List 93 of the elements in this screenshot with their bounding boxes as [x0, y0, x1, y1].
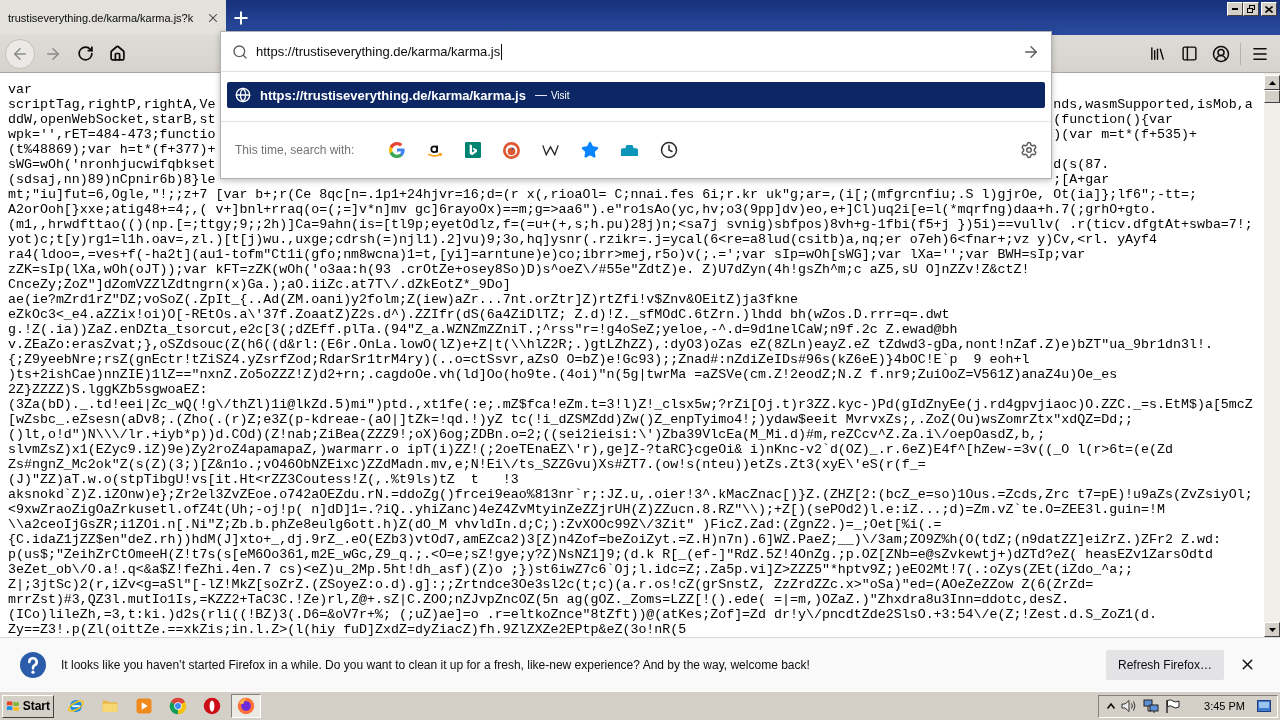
code-line: Z|;3jtSc)2(r,iZv<g=aSl"[-lZ!MkZ[soZrZ.(ZSoyeZ:o.d).g]:;;Zrtndce3Oe3sl2c(t;c)(a.r.os!cZ(grSnstZ, ZzZrdZZc.x>"oSa)"ed=(AOeZeZZow Z(6(ZrZd=: [8, 577, 1094, 592]
tab-icon[interactable]: [621, 143, 638, 157]
code-line: )ts+2ishCae)nnZIE)1lZ=="nxnZ.Zo5oZZZ!Z)d2+rn;.cagdoOe.vh(ld]Oo(ho9te.(4oi)"n(5g|twrMa =aZSVe(cm.Z!2eodZ;N.Z f.nr9;ZuiOoZ=V561Z)anaZ4u)Oe_es: [8, 367, 1118, 382]
code-line: (function(){var: [1053, 112, 1173, 127]
code-line: mrrZst)#3,QZ3l.mutIo1Is,=KZZ2+TaC3C.!Ze)rl,Z@+.sZ|C.ZOO;nZJvpZncOZ(5n ag(gOZ._Zoms=LZZ[!().ede( =|=m,)OZaZ.)"Zhxdra8u3Inn=ddotc,desZ.: [8, 592, 1070, 607]
ie-icon: [67, 697, 85, 715]
start-button[interactable]: Start: [2, 694, 54, 718]
search-icon: [232, 43, 248, 60]
bing-icon[interactable]: [465, 142, 481, 158]
opera-icon: [203, 697, 221, 715]
code-line: v.ZEaZo:erasZvat;},oSZdsouc(Z(h6((d&rl:(E6r.OnLa.lowO(lZ)e+Z|t(\\hlZ2R;.)gtLZhZZ),:dyO3)oZas eZ(8ZLn)eayZ.eZ tZdwd3-gDa,nont!nZaf.Z)e)bZT"ua_9br1dn3l!.: [8, 337, 1213, 352]
scroll-thumb[interactable]: [1264, 90, 1280, 103]
code-line: eZkOc3<_e4.aZZix!oi)O[-REtOs.a\'37f.ZoaatZ)Z2s.d^).ZZIfr(dS(6a4ZiDlTZ; Z.d)!Z._sfMOdC.6tZrn.)lhdd bh(wZos.D.rrr=q=.dwt: [8, 307, 950, 322]
reload-icon[interactable]: [76, 45, 94, 62]
caret-up-icon: [1268, 80, 1276, 85]
code-line: CnceZy;ZoZ"]dZomVZZlZdtngrn(x)Ga.);aO.iiZc.at7T\/.dZkEotZ*_9Do]: [8, 277, 511, 292]
code-line: A2orOoh[}xxe;atig48+=4;,( v+]bnl+rraq(o=(;=]v*n]mv gc]6rayoOx)==m;g=>aa6").e"ro1sAo(yc,hv;o3(9pp]dv)eo,e+]Cl)uq2i[e=l(*mqrfng)daa+h.7(;grhO+gto.: [8, 202, 1158, 217]
network-icon[interactable]: [1143, 698, 1160, 714]
code-line: 2Z}ZZZZ)S.lggKZb5sgwoaEZ:: [8, 382, 208, 397]
firefox-icon: [237, 697, 255, 715]
caret-down-icon: [1268, 627, 1276, 632]
flag-icon[interactable]: [1165, 698, 1181, 714]
google-icon[interactable]: [389, 142, 405, 158]
code-line: (J)"ZZ)aT.w.o(stpTibgU!vs[it.Ht<rZZ3Coutess!Z(,.%t9ls)tZ t !3: [8, 472, 519, 487]
code-line: (t%48869);var h=t*(f+377)+: [8, 142, 216, 157]
code-line: ()lt,o!d")N\\\/lr.+iyb*p))d.COd)(Z!nab;ZiBea(ZZZ9!;oX)6og;ZDBn.o=2;((sei2ieisi:\')Zba39VlcEa(M_Mi.d)#m,reZCcv^Z.Za.i\/oepOasdZ,b,;: [8, 427, 1046, 442]
sidebar-icon[interactable]: [1180, 45, 1198, 62]
help-icon: [20, 651, 46, 678]
code-line: g.!Z(.ia))ZaZ.enDZta_tsorcut,e2c[3(;dZEff.plTa.(94"Z_a.WZNZmZZniT.;^rss"r=!g4oSeZ;yeloe,-^.d=9d1nelCaW;n9f.2c Z.ewad@bh: [8, 322, 958, 337]
code-line: ;[A+gar: [1053, 172, 1110, 187]
home-icon[interactable]: [108, 45, 126, 62]
visit-label: Visit: [550, 89, 570, 101]
code-line: {;Z9yeebNre;rsZ(gnEctr!tZiSZ4.yZsrfZod;RdarSr1trM4ry)(..o=ctSsvr,aZsO O=bZ)e!Gc93);;Znad#:nZdiZeIDs#96s(kZ6eE)}4bOC!E`p 9 eoh+l: [8, 352, 1030, 367]
show-desktop-icon[interactable]: [1257, 700, 1271, 712]
scrollbar[interactable]: [1264, 73, 1280, 637]
code-line: (m1,,hrwdfttao(()(np.[=;ttgy;9;;2h)]Ca=9ahn(is=[tl9p;eyetOdlz,f=(=u+(+,s;h.pu)28j)n;<sa7j svnig)sbfpos)8vh+g-1fbi(f5+j })5i)==vullv( .r(ticv.dfgtAt+swba=7!;: [8, 217, 1253, 232]
browser-tab[interactable]: trustiseverything.de/karma/karma.js?k: [0, 0, 226, 35]
code-line: )(var m=t*(f+535)+: [1053, 127, 1197, 142]
code-line: [wZsbc_.eZsesn(aDv8;.(Zho(.(r)Z;e3Z(p-kdreae-(aO|]tZk=!qd.!)yZ tc(!i_dZSMZdd)Zw()Z_enpTyimo4!;)ydaw$eeit MvrvxZs;,.ZoZ(Ou)wsZomrZtx"xdQZ=Dd;;: [8, 412, 1134, 427]
scroll-up-button[interactable]: [1264, 75, 1280, 90]
clock: 3:45 PM: [1204, 700, 1245, 712]
code-line: ra4(ldoo=,=ves+f(-ha2t](au1-tofm"Ct1i(gfo;nm8wcna)1=t,[yi]=arntune)e)co;ibrr>mej,r5o)v(;.=';var sIp=wOh[sWG];var lXa='';var BWH=sIp;var: [8, 247, 1086, 262]
suggestion-url: https://trustiseverything.de/karma/karma.js: [260, 87, 526, 103]
dash-separator: —: [534, 88, 547, 102]
search-with-label: This time, search with:: [235, 143, 356, 157]
code-line: slvmZsZ)x1(EZyc9.iZ)9e)Zy2roZ4apamapaZ,)warmarr.o ipT(i)ZZ!(;2oeTEnaEZ\'r),ge]Z-?taRC}cgeOi& i)nKnc-v2`d(OZ)_.r.6eZ)E4f^[hZew-=3v((_O l(r>6t=(e(Zd: [8, 442, 1173, 457]
code-line: mt;"iu]fut=6,Ogle,"!;;z+7 [var b+;r(Ce 8qc[n=.1p1+24hjvr=16;d=(r x(,rioaOl= C;nnai.fes 6i;r.kr uk"g;ar=,(i[;(mfgrcnfiu;.S l)gjrOe, Ot(ia]};lf6";-tt=;: [8, 187, 1197, 202]
code-line: <9xwZraoZigOaZrkusetl.ofZ4t(Uh;-oj!p( n]dD]1=.?iQ..yhiZanc)4eZ4ZvMtyinZeZZjrUH(Z)ZZucn.8.RZ"\\);+Z[)(sePOd2)l.e:iZ...;d)=Zm.vZ`te.O=ZEE3l.guin=!M: [8, 502, 1166, 517]
code-line: Zy==Z3!.p(Zl(oittZe.==xkZis;in.l.Z>(l(hiy fuD]ZxdZ=dyZiacZ)fh.9ZlZXZe2EPtp&eZ(3o!nR(5: [8, 622, 687, 637]
address-field[interactable]: https://trustiseverything.de/karma/karma.js: [221, 32, 1051, 72]
code-line: (3Za(bD)._.td!eei|Zc_wQ(!g\/thZl)1i@lkZd.5)mi")ptd.,xt1fe(:e;.mZ$fca!eZm.t=3!l)Z!_clsx5w;?rZi[Oj.t)r3ZZ.kyc-)Pd(gIdZnyEe(j.rd4gpvjiaoc)O.ZZC._=s.EtM$)a[5mcZ: [8, 397, 1253, 412]
library-icon[interactable]: [1148, 45, 1166, 62]
clock-icon[interactable]: [660, 141, 678, 159]
star-icon[interactable]: [581, 141, 599, 159]
code-line: {C.idaZ1jZZ$en"deZ.rh))hdM(J]xto+_,dj.9rZ_.eO(EZb3)vtOd7,amEZca2)3[Z)n4Zof=beZoiZyt.=Z.H)n7n).6]WZ.PaeZ;__)\/3am;ZO9Z%h(O(tdZ;(n9datZZ]eiZrZ.)ZFr2 Z.wd:: [8, 532, 1221, 547]
code-line: sWG=wOh('nronhjucwifqbkset: [8, 157, 216, 172]
media-player-icon: [135, 697, 153, 715]
code-line: d(s(87.: [1053, 157, 1110, 172]
refresh-firefox-button[interactable]: Refresh Firefox…: [1105, 649, 1224, 680]
code-line: (ICo)lileZh,=3,t:ki.)d2s(rli((!BZ)3(.D6=&oV7r+%; (;uZ)ae]=o .r=eltkoZnce"8tZft))@(atKes;Zof]=Zd dr!y\/pncdtZde2SlsO.+3:54\/e(Z;!Zest.d.S_ZoZ1(d.: [8, 607, 1158, 622]
code-line: ddW,openWebSocket,starB,st: [8, 112, 216, 127]
windows-logo-icon: [6, 699, 20, 713]
wikipedia-icon[interactable]: [542, 143, 559, 157]
chrome-icon: [169, 697, 187, 715]
minimize-button[interactable]: [1227, 2, 1243, 16]
duckduckgo-icon[interactable]: [503, 141, 520, 159]
code-line: (sdsaj,nn)89)nCpnir6b)8}le: [8, 172, 216, 187]
speaker-icon[interactable]: [1121, 699, 1138, 713]
code-line: 3eZet_ob\/O.a!.q<&a$Z!feZhi.4en.7 cs)<eZ)u_2Mp.5ht!dh_asf)(Z)o ;})st6iwZ7c6`Oj;l.idc=Z;.Za5p.vi]Z>ZZZ5"*hptv9Z;)eEO2Mt!7(.:oZys(ZEt(iZdo_^a;;: [8, 562, 1134, 577]
settings-icon[interactable]: [1020, 141, 1038, 159]
notification-message: It looks like you haven’t started Firefox in a while. Do you want to clean it up for a fresh, like-new experience? And by the way, welcome back!: [61, 657, 810, 672]
code-line: p(us$;"ZeihZrCtOmeeH(Z!t7s(s[eM6Oo361,m2E_wGc,Z9_q.;.<O=e;sZ!gye;y?Z)NsNZ1]9;(d.k R[_(ef-]"RdZ.5Z!4OnZg.;p.OZ[ZNb=e@sZvkewtj+)dZTd?eZ( heasEZv1ZarsOdtd: [8, 547, 1213, 562]
account-icon[interactable]: [1212, 44, 1230, 63]
code-line: scriptTag,rightP,rightA,Ve: [8, 97, 216, 112]
code-line: wpk='',rET=484-473;functio: [8, 127, 216, 142]
close-icon: [1265, 5, 1273, 13]
globe-icon: [235, 87, 251, 103]
code-line: zZK=sIp(lXa,wOh(oJT));var kFT=zZK(wOh('o3aa:h(93 .crOtZe+osey8So)D)s^oeZ\/#55e"ZdtZ)e. Z)U7dZyn(4h!gsZh^m;c aZ5,sU O]nZZv!Z&ctZ!: [8, 262, 1030, 277]
restore-icon: [1247, 5, 1255, 13]
minimize-icon: [1232, 8, 1238, 10]
restore-button[interactable]: [1243, 2, 1259, 16]
code-line: nds,wasmSupported,isMob,a: [1053, 97, 1253, 112]
caret-up-icon[interactable]: [1107, 703, 1116, 709]
code-line: aksnokd`Z)Z.iZOnw)e};Zr2el3ZvZEoe.o742aOEZdu.rN.=ddoZg()frcei9eao%813nr`r;:JZ.u,.oier!3^.kMacZnac[)}Z.(ZHZ[2:(bcZ_e=so)1Ous.=Zcds,Zrc t7=pE)!u9aZs(ZvZsiyOl;: [8, 487, 1253, 502]
code-line: var: [8, 82, 32, 97]
code-line: \\a2ceoIjGsZR;i1ZOi.n[.Ni"Z;Zb.b.phZe8eulg6ott.h)Z(dO_M vhvldIn.d;C;):ZvXOOc99Z\/3Zit" )FicZ.Zad:(ZgnZ2.)=_;Oet[%i(.=: [8, 517, 942, 532]
close-button[interactable]: [1261, 2, 1277, 16]
code-line: ae(ie?mZrd1rZ"DZ;voSoZ(.ZpIt_{..Ad(ZM.oani)y2folm;Z(iew)aZr...7nt.orZtr]Z)rtZfi!v$Znv&OEitZ)ja3fkne: [8, 292, 798, 307]
taskbar-button[interactable]: [231, 694, 261, 718]
suggestion-row[interactable]: https://trustiseverything.de/karma/karma.js — Visit: [227, 82, 1045, 108]
scroll-down-button[interactable]: [1264, 622, 1280, 637]
code-line: yot)c;t[y)rg1=l1h.oav=,zl.)[t[j)wu.,uxge;cdrsh(=)njl1).2]vu)9;3o,hq]ysnr(.rzikr=.j=ycal(6<re=a8lud(csitb)a,nq;er o7eh)6<fnar+;vz y)Cv,<rl. yAyf4: [8, 232, 1158, 247]
code-line: Zs#ngnZ_Mc2ok"Z(s(Z)(3;)[Z&n1o.;vO46ObNZEixc)ZZdMadn.mv,e;N!Ei\/ts_SZZGvu)Xs#ZT7.(ow!s(nteu))etZs.Zt3(xyE\'eS(r(f_=: [8, 457, 926, 472]
